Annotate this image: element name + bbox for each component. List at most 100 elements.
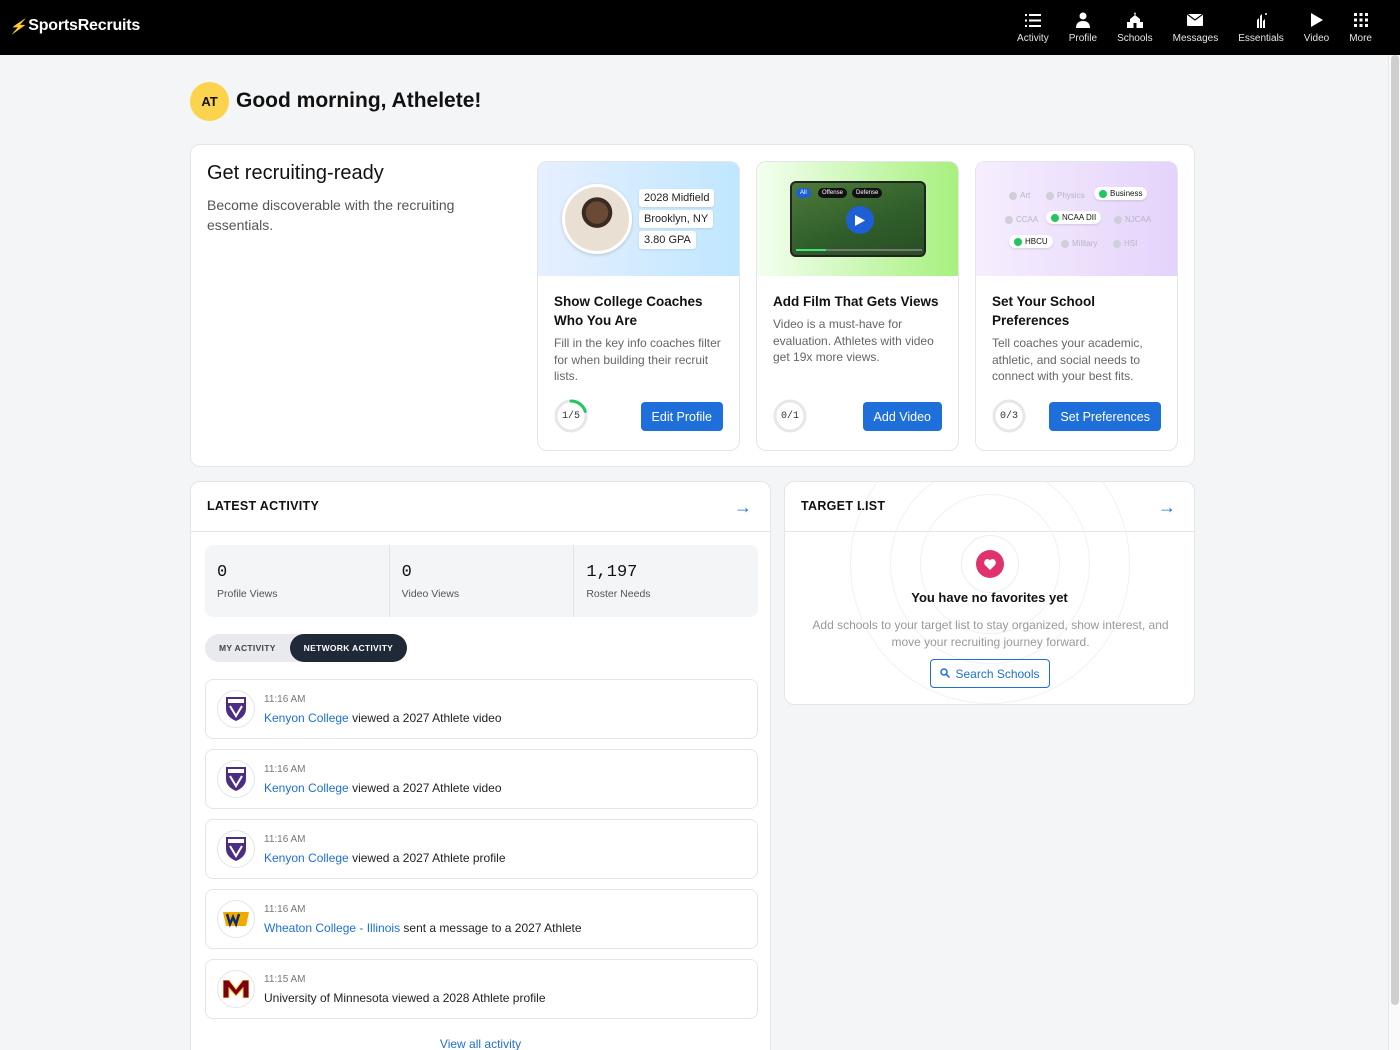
activity-time: 11:16 AM [264,904,306,915]
location-tag: Brooklyn, NY [639,210,714,228]
school-link[interactable]: Kenyon College [264,851,349,865]
heart-badge [961,535,1019,593]
page-scrollbar[interactable] [1388,55,1400,1050]
activity-time: 11:16 AM [264,694,306,705]
latest-activity-title: LATEST ACTIVITY [207,499,320,513]
add-video-button[interactable]: Add Video [862,402,942,431]
nav-essentials[interactable]: Essentials [1228,0,1294,55]
heart-icon [976,550,1004,578]
gpa-tag: 3.80 GPA [639,231,696,249]
empty-state-description: Add schools to your target list to stay … [812,618,1169,649]
search-schools-button[interactable]: Search Schools [930,659,1050,688]
nav-more-label: More [1349,33,1372,44]
school-link[interactable]: Wheaton College - Illinois [264,921,400,935]
activity-stats: 0 Profile Views 0 Video Views 1,197 Rost… [205,545,758,617]
pref-chip-selected: Business [1094,187,1148,200]
preferences-card-title: Set Your School Preferences [992,294,1096,328]
preferences-progress-ring: 0/3 [992,399,1026,433]
set-preferences-button[interactable]: Set Preferences [1049,402,1161,431]
stat-roster-needs: 1,197 Roster Needs [573,545,758,617]
grid-icon [1352,11,1370,29]
profile-progress-text: 1/5 [561,410,580,422]
nav-profile[interactable]: Profile [1059,0,1107,55]
list-icon [1024,11,1042,29]
nav-schools[interactable]: Schools [1107,0,1163,55]
nav-essentials-label: Essentials [1238,33,1284,44]
pref-chip: Art [1004,189,1035,202]
wheaton-logo-icon [217,900,255,938]
stat-profile-views: 0 Profile Views [205,545,389,617]
pref-chip: NJCAA [1109,213,1156,226]
scrollbar-thumb[interactable] [1391,55,1399,1005]
pref-chip: CCAA [1000,213,1043,226]
school-icon [1126,11,1144,29]
recruiting-ready-subtitle: Become discoverable with the recruiting … [207,197,455,233]
activity-row[interactable]: 11:16 AM Wheaton College - Illinois sent… [205,889,758,949]
kenyon-logo-icon [217,760,255,798]
stat-value: 0 [217,563,228,582]
activity-text: Kenyon College viewed a 2027 Athlete vid… [264,711,502,725]
user-avatar[interactable]: AT [190,82,229,121]
nav-messages-label: Messages [1172,33,1219,44]
activity-text: Kenyon College viewed a 2027 Athlete vid… [264,781,502,795]
profile-progress-ring: 1/5 [554,399,588,433]
nav-more[interactable]: More [1339,0,1382,55]
nav-schools-label: Schools [1117,33,1153,44]
activity-row[interactable]: 11:16 AM Kenyon College viewed a 2027 At… [205,679,758,739]
pref-chip: HSI [1108,237,1142,250]
play-icon [1308,11,1326,29]
search-schools-label: Search Schools [955,666,1040,681]
logo-text: SportsRecruits [28,17,141,34]
arrow-right-icon[interactable]: → [1158,497,1176,518]
stat-video-views: 0 Video Views [388,545,574,617]
recruiting-ready-title: Get recruiting-ready [207,162,384,184]
view-all-activity-link[interactable]: View all activity [191,1037,770,1050]
stat-label: Roster Needs [586,588,651,600]
pref-chip: Physics [1041,189,1090,202]
video-card-hero: All Offense Defense [757,162,958,276]
tab-network-activity[interactable]: NETWORK ACTIVITY [289,634,408,662]
empty-state-title: You have no favorites yet [911,590,1068,605]
top-nav-bar: ⚡ SportsRecruits Activity Profile School… [0,0,1400,55]
stat-value: 1,197 [586,563,638,582]
kenyon-logo-icon [217,690,255,728]
profile-card-desc: Fill in the key info coaches filter for … [554,336,721,383]
sportsrecruits-logo[interactable]: ⚡ SportsRecruits [9,17,140,35]
nav-video-label: Video [1303,33,1330,44]
person-icon [1074,11,1092,29]
profile-card: 2028 Midfield Brooklyn, NY 3.80 GPA Show… [537,161,740,451]
stat-value: 0 [401,563,412,582]
kenyon-logo-icon [217,830,255,868]
video-chip-all: All [796,188,811,198]
video-progress-ring: 0/1 [773,399,807,433]
tab-my-activity[interactable]: MY ACTIVITY [205,634,290,662]
athlete-photo [562,184,632,254]
pref-chip-selected: HBCU [1009,235,1053,248]
school-link[interactable]: Kenyon College [264,781,349,795]
edit-profile-button[interactable]: Edit Profile [640,402,723,431]
nav-video[interactable]: Video [1294,0,1339,55]
activity-toggle: MY ACTIVITY NETWORK ACTIVITY [205,634,408,662]
activity-text: University of Minnesota viewed a 2028 At… [264,991,546,1005]
nav-activity[interactable]: Activity [1007,0,1059,55]
latest-activity-header: LATEST ACTIVITY → [191,482,770,532]
greeting-heading: Good morning, Athelete! [236,89,482,112]
minnesota-logo-icon [217,970,255,1008]
essentials-icon [1252,11,1270,29]
main-nav: Activity Profile Schools Messages Essent… [1007,0,1382,55]
video-card: All Offense Defense Add Film That Gets V… [756,161,959,451]
latest-activity-panel: LATEST ACTIVITY → 0 Profile Views 0 Vide… [190,481,771,1050]
arrow-right-icon[interactable]: → [734,497,752,518]
stat-label: Profile Views [217,588,278,600]
search-icon [940,667,951,681]
school-link[interactable]: Kenyon College [264,711,349,725]
preferences-progress-text: 0/3 [999,410,1018,422]
activity-row[interactable]: 11:15 AM University of Minnesota viewed … [205,959,758,1019]
activity-row[interactable]: 11:16 AM Kenyon College viewed a 2027 At… [205,749,758,809]
nav-profile-label: Profile [1068,33,1098,44]
activity-row[interactable]: 11:16 AM Kenyon College viewed a 2027 At… [205,819,758,879]
profile-card-title: Show College Coaches Who You Are [554,294,703,328]
nav-messages[interactable]: Messages [1163,0,1229,55]
play-icon [846,206,874,234]
pref-chip: Military [1056,237,1102,250]
